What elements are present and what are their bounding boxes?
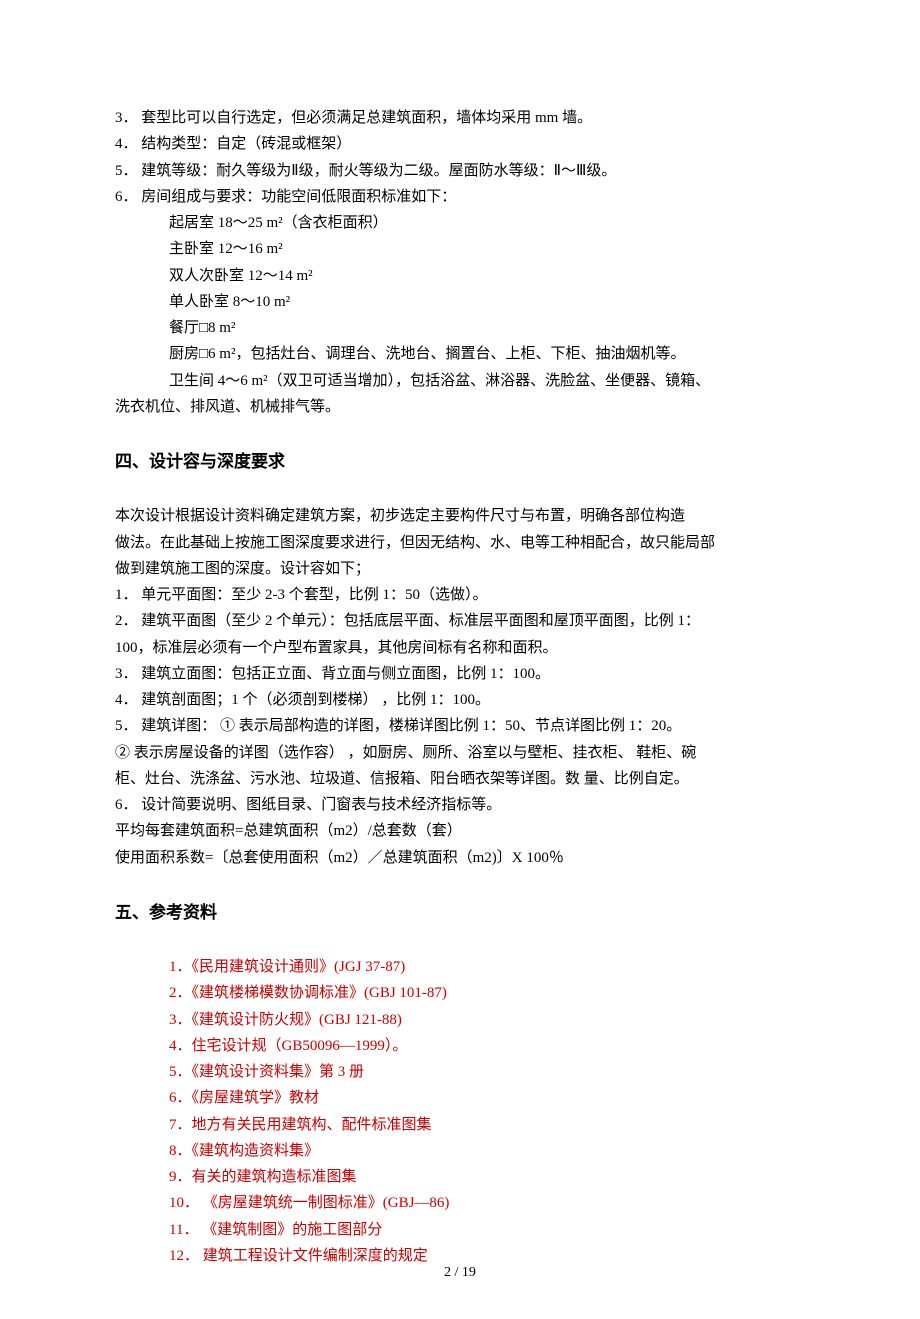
page-number: 2 / 19 bbox=[0, 1261, 920, 1286]
reference-item: 6．《房屋建筑学》教材 bbox=[169, 1085, 805, 1111]
bathroom-spec: 卫生间 4～6 m²（双卫可适当增加），包括浴盆、淋浴器、洗脸盆、坐便器、镜箱、 bbox=[115, 368, 805, 394]
section-4-intro: 本次设计根据设计资料确定建筑方案，初步选定主要构件尺寸与布置，明确各部位构造 bbox=[115, 503, 805, 529]
list-item: 3． 套型比可以自行选定，但必须满足总建筑面积，墙体均采用 mm 墙。 bbox=[115, 105, 805, 131]
list-item: 6． 房间组成与要求：功能空间低限面积标准如下： bbox=[115, 184, 805, 210]
reference-item: 5．《建筑设计资料集》第 3 册 bbox=[169, 1059, 805, 1085]
reference-item: 1．《民用建筑设计通则》(JGJ 37-87) bbox=[169, 954, 805, 980]
section-4-intro: 做法。在此基础上按施工图深度要求进行，但因无结构、水、电等工种相配合，故只能局部 bbox=[115, 530, 805, 556]
section-4-heading: 四、设计容与深度要求 bbox=[115, 447, 805, 477]
section-5-heading: 五、参考资料 bbox=[115, 898, 805, 928]
room-spec: 起居室 18～25 m²（含衣柜面积） bbox=[169, 210, 805, 236]
reference-item: 2．《建筑楼梯模数协调标准》(GBJ 101-87) bbox=[169, 980, 805, 1006]
section-4-item: 1． 单元平面图：至少 2-3 个套型，比例 1：50（选做）。 bbox=[115, 582, 805, 608]
section-4-body: 本次设计根据设计资料确定建筑方案，初步选定主要构件尺寸与布置，明确各部位构造 做… bbox=[115, 503, 805, 871]
reference-item: 11． 《建筑制图》的施工图部分 bbox=[169, 1217, 805, 1243]
reference-list: 1．《民用建筑设计通则》(JGJ 37-87) 2．《建筑楼梯模数协调标准》(G… bbox=[115, 954, 805, 1269]
reference-item: 7．地方有关民用建筑构、配件标准图集 bbox=[169, 1112, 805, 1138]
list-item: 4． 结构类型：自定（砖混或框架） bbox=[115, 131, 805, 157]
section-4-item: 6． 设计简要说明、图纸目录、门窗表与技术经济指标等。 bbox=[115, 792, 805, 818]
top-numbered-list: 3． 套型比可以自行选定，但必须满足总建筑面积，墙体均采用 mm 墙。 4． 结… bbox=[115, 105, 805, 210]
section-4-item: 3． 建筑立面图：包括正立面、背立面与侧立面图，比例 1：100。 bbox=[115, 661, 805, 687]
room-spec: 厨房□6 m²，包括灶台、调理台、洗地台、搁置台、上柜、下柜、抽油烟机等。 bbox=[169, 341, 805, 367]
section-4-item: 4． 建筑剖面图；1 个（必须剖到楼梯） ，比例 1：100。 bbox=[115, 687, 805, 713]
reference-item: 4．住宅设计规（GB50096—1999）。 bbox=[169, 1033, 805, 1059]
room-spec: 主卧室 12～16 m² bbox=[169, 236, 805, 262]
room-spec: 单人卧室 8～10 m² bbox=[169, 289, 805, 315]
bathroom-spec-cont: 洗衣机位、排风道、机械排气等。 bbox=[115, 394, 805, 420]
reference-item: 8．《建筑构造资料集》 bbox=[169, 1138, 805, 1164]
section-4-formula: 使用面积系数=〔总套使用面积（m2）／总建筑面积（m2)〕X 100％ bbox=[115, 845, 805, 871]
reference-item: 3．《建筑设计防火规》(GBJ 121-88) bbox=[169, 1007, 805, 1033]
section-4-item: 2． 建筑平面图（至少 2 个单元）：包括底层平面、标准层平面图和屋顶平面图，比… bbox=[115, 608, 805, 634]
list-item: 5． 建筑等级：耐久等级为Ⅱ级，耐火等级为二级。屋面防水等级：Ⅱ～Ⅲ级。 bbox=[115, 158, 805, 184]
section-4-item: 100，标准层必须有一个户型布置家具，其他房间标有名称和面积。 bbox=[115, 635, 805, 661]
section-4-item: 柜、灶台、洗涤盆、污水池、垃圾道、信报箱、阳台晒衣架等详图。数 量、比例自定。 bbox=[115, 766, 805, 792]
room-spec: 餐厅□8 m² bbox=[169, 315, 805, 341]
reference-item: 9．有关的建筑构造标准图集 bbox=[169, 1164, 805, 1190]
reference-item: 10． 《房屋建筑统一制图标准》(GBJ—86) bbox=[169, 1190, 805, 1216]
section-4-formula: 平均每套建筑面积=总建筑面积（m2）/总套数（套） bbox=[115, 818, 805, 844]
section-4-item: ② 表示房屋设备的详图（选作容） ，如厨房、厕所、浴室以与壁柜、挂衣柜、 鞋柜、… bbox=[115, 740, 805, 766]
room-spec-block: 起居室 18～25 m²（含衣柜面积） 主卧室 12～16 m² 双人次卧室 1… bbox=[115, 210, 805, 368]
document-page: 3． 套型比可以自行选定，但必须满足总建筑面积，墙体均采用 mm 墙。 4． 结… bbox=[0, 0, 920, 1319]
section-4-item: 5． 建筑详图： ① 表示局部构造的详图，楼梯详图比例 1：50、节点详图比例 … bbox=[115, 713, 805, 739]
room-spec: 双人次卧室 12～14 m² bbox=[169, 263, 805, 289]
section-4-intro: 做到建筑施工图的深度。设计容如下； bbox=[115, 556, 805, 582]
